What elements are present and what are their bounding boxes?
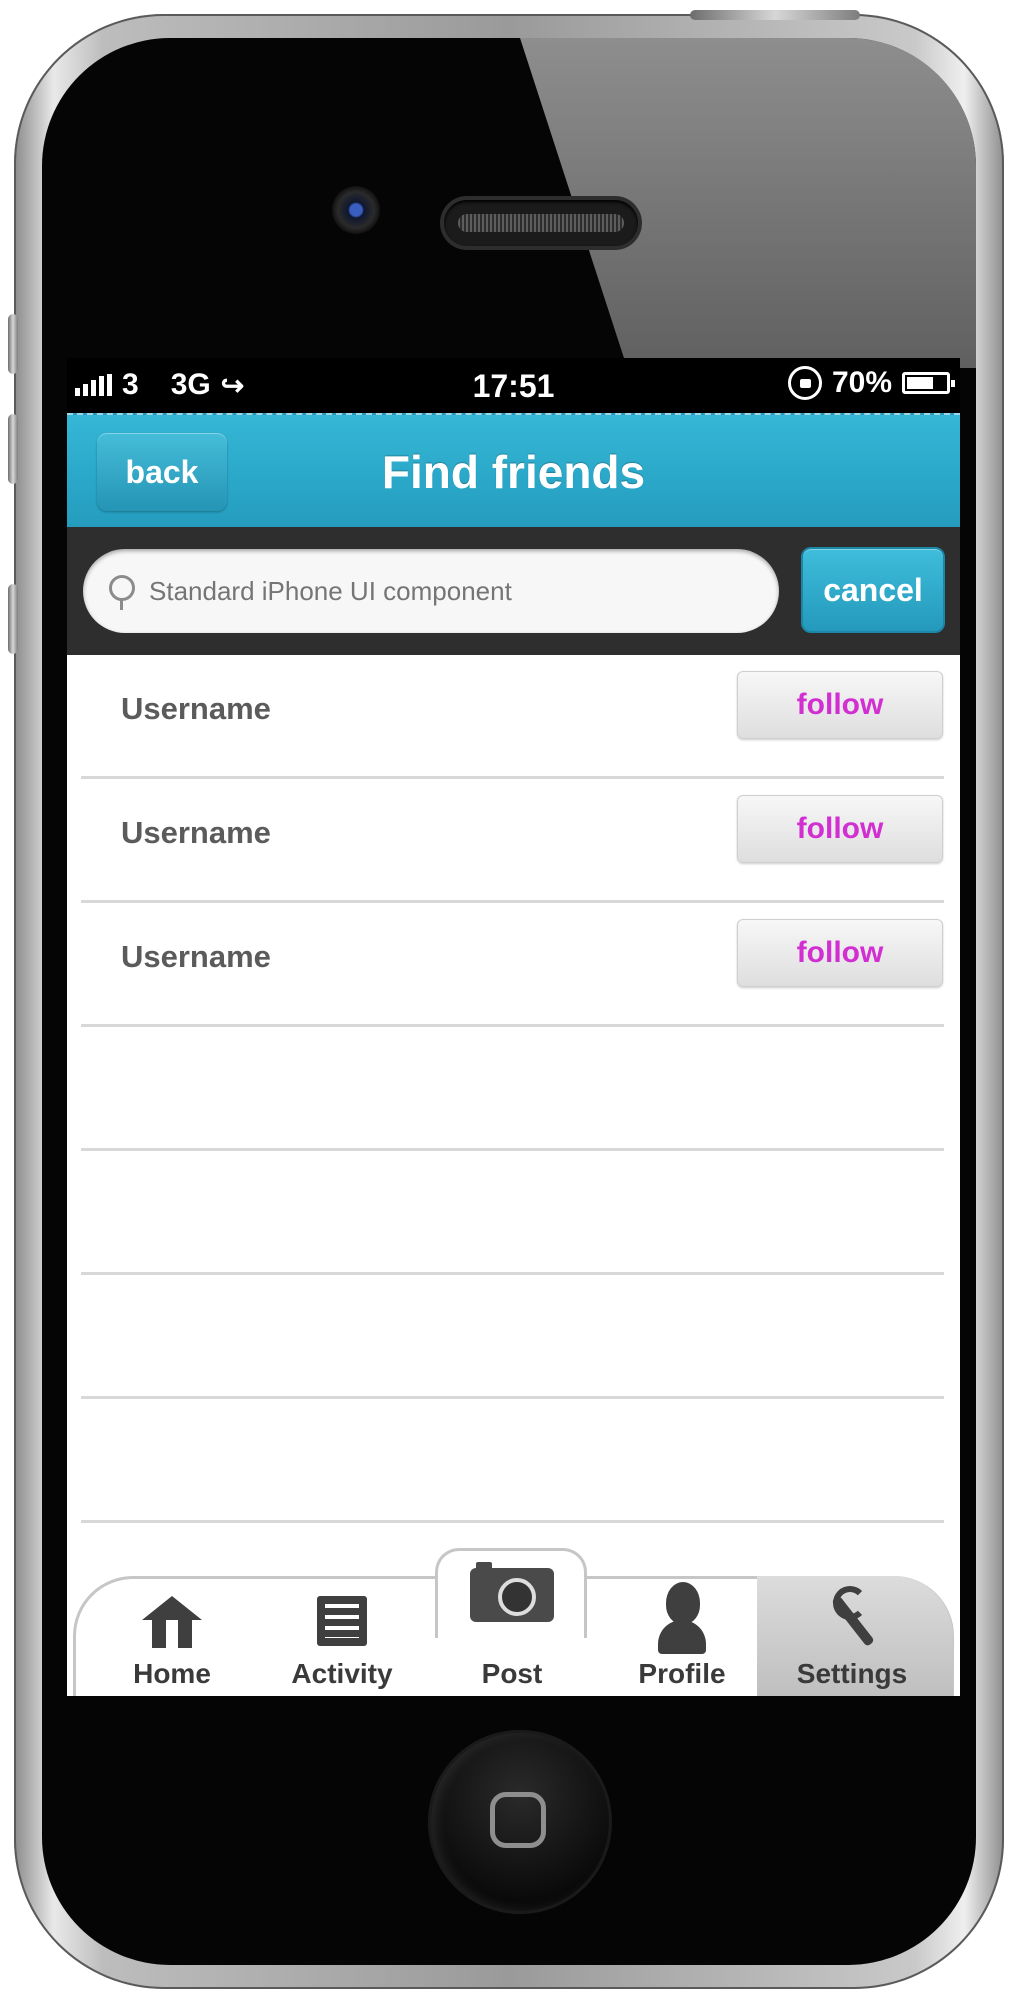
tab-label: Activity <box>291 1658 393 1689</box>
battery-percent: 70% <box>831 366 892 399</box>
list-item: Username follow <box>67 655 960 779</box>
list-item: Username follow <box>67 903 960 1027</box>
username-label: Username <box>121 815 271 850</box>
tab-post[interactable]: Post <box>427 1562 597 1696</box>
home-icon <box>142 1596 202 1648</box>
cancel-button[interactable]: cancel <box>801 547 945 633</box>
battery-icon <box>902 372 955 394</box>
tab-settings[interactable]: Settings <box>767 1576 937 1696</box>
navigation-bar: Find friends back <box>67 413 960 527</box>
profile-icon <box>656 1582 708 1654</box>
follow-button[interactable]: follow <box>737 795 943 863</box>
back-button[interactable]: back <box>97 433 227 511</box>
follow-button[interactable]: follow <box>737 671 943 739</box>
list-item: Username follow <box>67 779 960 903</box>
rotation-lock-icon <box>787 366 822 400</box>
tab-label: Profile <box>638 1658 726 1689</box>
tab-label: Post <box>481 1658 543 1689</box>
front-camera <box>332 186 380 234</box>
search-bar: cancel <box>67 527 960 655</box>
empty-row <box>67 1027 960 1151</box>
volume-down-button <box>8 584 18 654</box>
empty-row <box>67 1399 960 1523</box>
tab-profile[interactable]: Profile <box>597 1576 767 1696</box>
search-input[interactable] <box>149 549 749 633</box>
volume-up-button <box>8 414 18 484</box>
mute-switch <box>8 314 18 374</box>
screen: 3 3G ↪ 17:51 70% Find friends back cance… <box>67 358 960 1696</box>
status-bar: 3 3G ↪ 17:51 70% <box>67 358 960 413</box>
follow-button[interactable]: follow <box>737 919 943 987</box>
empty-row <box>67 1275 960 1399</box>
list-icon <box>317 1596 367 1646</box>
search-field[interactable] <box>83 549 779 633</box>
username-label: Username <box>121 691 271 726</box>
wrench-icon <box>827 1586 877 1650</box>
camera-icon <box>470 1562 554 1622</box>
empty-row <box>67 1151 960 1275</box>
tab-bar: Home Activity Post Profile Settings <box>67 1548 960 1696</box>
search-icon <box>109 575 135 610</box>
tab-label: Settings <box>796 1658 908 1689</box>
power-button <box>690 10 860 20</box>
earpiece-speaker <box>444 200 638 246</box>
tab-home[interactable]: Home <box>87 1576 257 1696</box>
tab-activity[interactable]: Activity <box>257 1576 427 1696</box>
home-button[interactable] <box>428 1730 612 1914</box>
results-list: Username follow Username follow Username… <box>67 655 960 1523</box>
status-right: 70% <box>787 366 955 400</box>
row-divider <box>81 1520 944 1523</box>
username-label: Username <box>121 939 271 974</box>
tab-label: Home <box>133 1658 211 1689</box>
